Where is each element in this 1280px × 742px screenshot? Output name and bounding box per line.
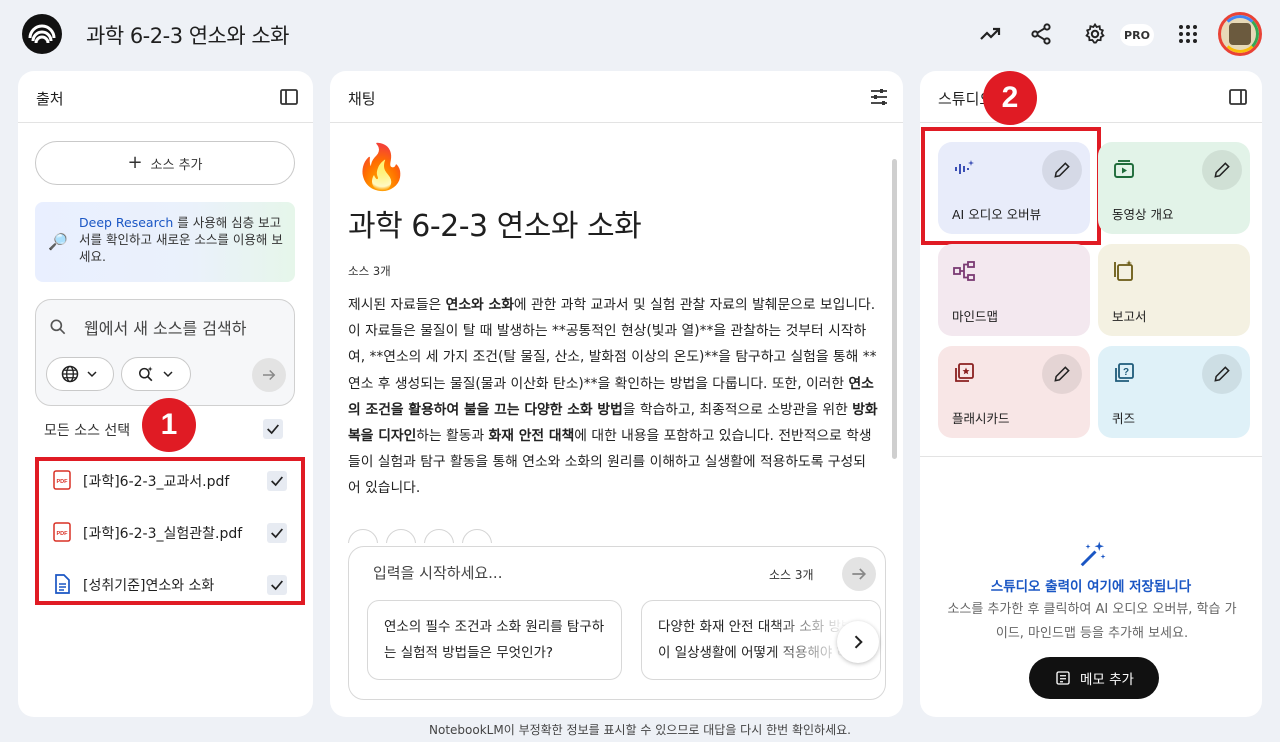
- flashcards-icon: [955, 363, 974, 382]
- svg-text:?: ?: [1123, 367, 1129, 378]
- collapse-panel-icon[interactable]: [277, 85, 301, 109]
- notebook-emoji: 🔥: [354, 142, 409, 193]
- research-mode-dropdown[interactable]: [121, 357, 191, 391]
- studio-empty-description: 소스를 추가한 후 클릭하여 AI 오디오 오버뷰, 학습 가이드, 마인드맵 …: [947, 602, 1237, 641]
- select-all-checkbox[interactable]: [263, 419, 283, 439]
- notebook-heading: 과학 6-2-3 연소와 소화: [348, 209, 642, 244]
- mindmap-icon: [953, 261, 975, 281]
- disclaimer-footer: NotebookLM이 부정확한 정보를 표시할 수 있으므로 대답을 다시 한…: [429, 723, 851, 737]
- arrow-right-icon: [852, 568, 867, 580]
- settings-icon[interactable]: [1081, 20, 1109, 48]
- source-checkbox[interactable]: [267, 575, 287, 595]
- plus-icon: +: [127, 152, 143, 173]
- video-icon: [1114, 160, 1134, 178]
- send-button[interactable]: [842, 557, 876, 591]
- fast-search-icon: [139, 366, 153, 382]
- chat-input[interactable]: [373, 564, 753, 582]
- chat-panel: 채팅 🔥 과학 6-2-3 연소와 소화 소스 3개 제시된 자료들은 연소와 …: [330, 71, 903, 717]
- chat-scrollbar[interactable]: [892, 159, 897, 459]
- search-submit-button[interactable]: [252, 358, 286, 392]
- chevron-down-icon: [87, 371, 97, 378]
- summary-action-buttons[interactable]: [348, 529, 588, 543]
- add-note-button[interactable]: 메모 추가: [1029, 657, 1159, 699]
- studio-panel-header: 스튜디오: [920, 71, 1262, 123]
- source-name: [성취기준]연소와 소화: [83, 578, 215, 594]
- flashcards-label: 플래시카드: [952, 411, 1010, 426]
- source-count: 소스 3개: [348, 264, 391, 278]
- svg-text:PDF: PDF: [57, 531, 69, 537]
- source-checkbox[interactable]: [267, 523, 287, 543]
- analytics-icon[interactable]: [976, 20, 1004, 48]
- report-icon: [1114, 260, 1133, 281]
- collapse-panel-icon[interactable]: [1226, 85, 1250, 109]
- composer-source-count: 소스 3개: [769, 568, 814, 582]
- pdf-icon: PDF: [53, 522, 71, 542]
- magic-wand-icon: [1080, 541, 1106, 567]
- globe-icon: [61, 365, 79, 383]
- notebooklm-logo-icon[interactable]: [22, 14, 62, 54]
- chat-panel-header: 채팅: [330, 71, 903, 123]
- chat-composer: 소스 3개 연소의 필수 조건과 소화 원리를 탐구하는 실험적 방법들은 무엇…: [348, 546, 886, 700]
- share-icon[interactable]: [1027, 20, 1055, 48]
- edit-pencil-icon[interactable]: [1202, 150, 1242, 190]
- arrow-right-icon: [263, 369, 276, 381]
- pdf-icon: PDF: [53, 470, 71, 490]
- deep-research-text: Deep Research 를 사용해 심층 보고서를 확인하고 새로운 소스를…: [79, 214, 289, 265]
- callout-badge-2: 2: [983, 71, 1037, 125]
- chevron-right-icon: [854, 635, 863, 649]
- search-icon: [48, 317, 68, 341]
- quiz-icon: ?: [1115, 363, 1134, 382]
- account-avatar[interactable]: [1218, 12, 1262, 56]
- add-source-button[interactable]: + 소스 추가: [35, 141, 295, 185]
- suggested-question[interactable]: 연소의 필수 조건과 소화 원리를 탐구하는 실험적 방법들은 무엇인가?: [367, 600, 622, 680]
- mindmap-label: 마인드맵: [952, 309, 999, 324]
- deep-research-promo[interactable]: 🔎 Deep Research 를 사용해 심층 보고서를 확인하고 새로운 소…: [35, 202, 295, 282]
- pro-badge: PRO: [1120, 24, 1154, 46]
- notebook-summary: 제시된 자료들은 연소와 소화에 관한 과학 교과서 및 실험 관찰 자료의 발…: [348, 297, 878, 497]
- deep-research-link[interactable]: Deep Research: [79, 215, 173, 230]
- report-label: 보고서: [1112, 309, 1147, 324]
- source-name: [과학]6-2-3_교과서.pdf: [83, 474, 230, 490]
- video-overview-card[interactable]: 동영상 개요: [1098, 142, 1250, 234]
- report-card[interactable]: 보고서: [1098, 244, 1250, 336]
- sources-panel-header: 출처: [18, 71, 313, 123]
- sources-panel: 출처 + 소스 추가 🔎 Deep Research 를 사용해 심층 보고서를…: [18, 71, 313, 717]
- chat-panel-title: 채팅: [348, 90, 376, 108]
- source-checkbox[interactable]: [267, 471, 287, 491]
- studio-empty-title: 스튜디오 출력이 여기에 저장됩니다: [990, 579, 1192, 595]
- source-list-highlight: PDF [과학]6-2-3_교과서.pdf PDF [과학]6-2-3_실험관찰…: [35, 457, 305, 605]
- audio-overview-highlight: [921, 127, 1101, 245]
- select-all-label: 모든 소스 선택: [44, 423, 131, 439]
- source-item[interactable]: [성취기준]연소와 소화: [39, 565, 301, 605]
- mindmap-card[interactable]: 마인드맵: [938, 244, 1090, 336]
- studio-panel: 스튜디오 2 AI 오디오 오버뷰 동영상 개요 마인드맵 보고서 플래시카드 …: [920, 71, 1262, 717]
- callout-badge-1: 1: [142, 398, 196, 452]
- studio-divider: [920, 456, 1262, 457]
- document-icon: [55, 574, 70, 594]
- chevron-down-icon: [163, 371, 173, 378]
- web-search-input[interactable]: [84, 316, 259, 340]
- magnifier-icon: 🔎: [48, 232, 68, 251]
- note-icon: [1056, 671, 1070, 685]
- chat-settings-icon[interactable]: [867, 85, 891, 109]
- video-overview-label: 동영상 개요: [1112, 207, 1174, 222]
- source-item[interactable]: PDF [과학]6-2-3_교과서.pdf: [39, 461, 301, 501]
- source-item[interactable]: PDF [과학]6-2-3_실험관찰.pdf: [39, 513, 301, 553]
- quiz-card[interactable]: ? 퀴즈: [1098, 346, 1250, 438]
- app-header: 과학 6-2-3 연소와 소화 PRO: [0, 0, 1280, 70]
- next-suggestions-button[interactable]: [837, 621, 879, 663]
- apps-grid-icon[interactable]: [1174, 20, 1202, 48]
- notebook-title[interactable]: 과학 6-2-3 연소와 소화: [86, 20, 290, 50]
- web-source-dropdown[interactable]: [46, 357, 114, 391]
- flashcards-card[interactable]: 플래시카드: [938, 346, 1090, 438]
- quiz-label: 퀴즈: [1112, 411, 1136, 426]
- edit-pencil-icon[interactable]: [1202, 354, 1242, 394]
- edit-pencil-icon[interactable]: [1042, 354, 1082, 394]
- web-source-search: [35, 299, 295, 406]
- add-note-label: 메모 추가: [1080, 672, 1134, 688]
- svg-text:PDF: PDF: [57, 479, 69, 485]
- source-name: [과학]6-2-3_실험관찰.pdf: [83, 526, 243, 542]
- add-source-label: 소스 추가: [150, 157, 203, 173]
- sources-panel-title: 출처: [36, 90, 64, 108]
